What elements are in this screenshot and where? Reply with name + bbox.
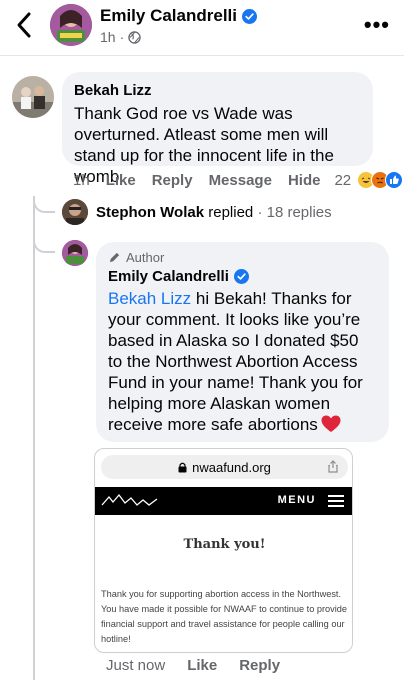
mention-link[interactable]: Bekah Lizz — [108, 289, 191, 308]
reaction-count: 22 — [334, 171, 352, 189]
thread-line — [33, 196, 35, 680]
comment-author[interactable]: Emily Calandrelli — [108, 268, 377, 285]
globe-icon — [128, 30, 141, 44]
nwaaf-logo-icon[interactable] — [101, 493, 159, 509]
reply-button[interactable]: Reply — [152, 172, 193, 189]
like-button[interactable]: Like — [106, 172, 136, 189]
author-name[interactable]: Emily Calandrelli — [108, 268, 229, 285]
url-bar[interactable]: nwaafund.org — [101, 455, 348, 479]
like-button[interactable]: Like — [187, 657, 217, 674]
reactions-summary[interactable]: 22 — [334, 171, 404, 189]
reply-action: replied — [208, 204, 254, 221]
pencil-icon — [109, 252, 120, 263]
site-navbar: MENU — [95, 487, 352, 515]
post-meta: 1h · — [100, 29, 141, 45]
menu-button[interactable]: MENU — [278, 494, 316, 506]
lock-icon — [178, 462, 187, 472]
hide-button[interactable]: Hide — [288, 172, 321, 189]
preview-body: Thank you for supporting abortion access… — [101, 589, 347, 644]
comment-time[interactable]: 1h — [73, 172, 90, 189]
verified-badge-icon — [233, 269, 249, 284]
author-name[interactable]: Emily Calandrelli — [100, 6, 237, 26]
red-heart-icon — [321, 415, 341, 432]
comment-time[interactable]: Just now — [106, 657, 165, 674]
like-reaction-icon — [385, 171, 404, 189]
reply-bubble: Author Emily Calandrelli Bekah Lizz hi B… — [96, 242, 389, 442]
comment-bubble: Bekah Lizz Thank God roe vs Wade was ove… — [62, 72, 373, 186]
avatar[interactable] — [50, 4, 92, 46]
message-button[interactable]: Message — [209, 172, 272, 189]
comment-author[interactable]: Bekah Lizz — [74, 82, 361, 99]
reply-author: Stephon Wolak — [96, 204, 205, 221]
dot-separator: · — [257, 204, 263, 221]
comment-body: hi Bekah! Thanks for your comment. It lo… — [108, 289, 363, 434]
avatar[interactable] — [62, 240, 88, 266]
author-badge: Author — [108, 250, 377, 265]
reply-button[interactable]: Reply — [239, 657, 280, 674]
post-header: Emily Calandrelli 1h · ••• — [0, 0, 404, 56]
header-author[interactable]: Emily Calandrelli — [100, 6, 257, 26]
url-text: nwaafund.org — [192, 459, 271, 475]
dot-separator: · — [119, 29, 125, 45]
avatar[interactable] — [62, 199, 88, 225]
preview-title: Thank you! — [183, 537, 266, 552]
more-options-icon[interactable]: ••• — [364, 12, 390, 38]
back-arrow-icon[interactable] — [14, 10, 38, 40]
hamburger-icon[interactable] — [328, 495, 344, 507]
view-replies-link[interactable]: Stephon Wolak replied · 18 replies — [96, 204, 332, 221]
author-badge-label: Author — [126, 250, 165, 265]
post-time[interactable]: 1h — [100, 29, 116, 45]
thread-connector — [33, 236, 55, 253]
comment-text: Bekah Lizz hi Bekah! Thanks for your com… — [108, 288, 377, 435]
thread-connector — [33, 196, 55, 213]
comment-actions: Just now Like Reply — [106, 657, 302, 674]
verified-badge-icon — [242, 8, 257, 24]
share-icon[interactable] — [328, 460, 338, 473]
comment-actions: 1h Like Reply Message Hide 22 — [73, 171, 404, 189]
link-preview[interactable]: nwaafund.org MENU Thank you! Thank you f… — [94, 448, 353, 653]
replies-count: 18 replies — [266, 204, 332, 221]
avatar[interactable] — [12, 76, 54, 118]
